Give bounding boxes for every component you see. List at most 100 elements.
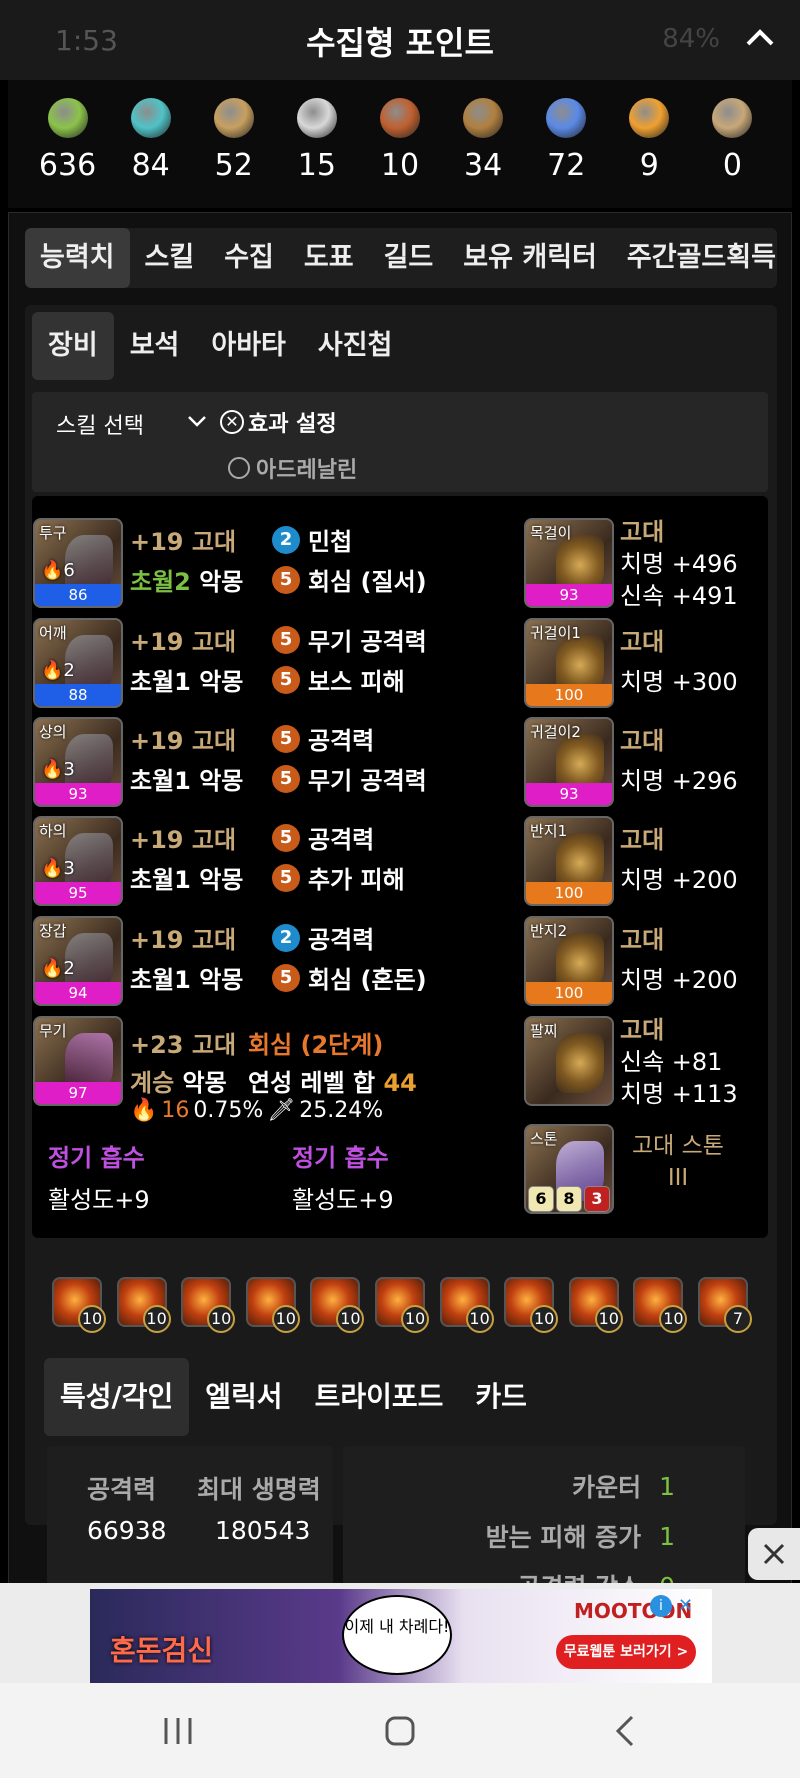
quality-bar: 86 [35, 584, 121, 606]
slot-label: 어깨 [39, 624, 67, 642]
quality-bar: 100 [526, 684, 612, 706]
equipment-effect: 5 회심 (혼돈) [272, 960, 427, 995]
effect-level-badge: 5 [272, 963, 300, 992]
equipment-icon[interactable]: 스톤 6 8 3 [524, 1124, 614, 1214]
chevron-down-icon[interactable] [186, 410, 208, 432]
equipment-name: +19 고대 [130, 727, 237, 755]
gem-level: 10 [207, 1305, 236, 1333]
level-value: 2 [63, 660, 75, 681]
tab-sub-3[interactable]: 사진첩 [302, 312, 409, 380]
equipment-icon[interactable]: 장갑 🔥2 94 [33, 916, 123, 1006]
equipment-icon[interactable]: 반지2 100 [524, 916, 614, 1006]
point-value: 15 [297, 148, 336, 183]
slot-label: 장갑 [39, 922, 67, 940]
engraving-level: 1 [659, 1471, 675, 1501]
chevron-up-icon[interactable] [742, 20, 778, 56]
attack-label: 공격력 [87, 1475, 157, 1504]
gem-level: 10 [465, 1305, 494, 1333]
hp-label: 최대 생명력 [197, 1475, 321, 1504]
equipment-icon[interactable]: 목걸이 93 [524, 518, 614, 608]
flame-icon: 🔥 [41, 858, 64, 879]
tab-sub-2[interactable]: 아바타 [195, 312, 302, 380]
stat2-value: 25.24% [299, 1098, 384, 1123]
stone-engravings: 683 [528, 1186, 610, 1212]
gem-level: 7 [724, 1305, 752, 1333]
sword-icon: 🗡 [267, 1098, 296, 1123]
skill-select[interactable]: 스킬 선택 [56, 408, 144, 440]
tab-bottom-0[interactable]: 특성/각인 [44, 1358, 190, 1436]
equipment-icon[interactable]: 무기 97 [33, 1016, 123, 1106]
seed-icon [47, 98, 88, 138]
ad-info-icon[interactable]: i [650, 1595, 672, 1617]
tab-main-1[interactable]: 스킬 [130, 228, 210, 288]
tab-sub-1[interactable]: 보석 [114, 312, 196, 380]
set-name: 악몽 [199, 966, 244, 994]
slot-label: 팔찌 [530, 1022, 558, 1040]
point-value: 0 [722, 148, 742, 183]
slot-label: 반지2 [530, 922, 568, 940]
tab-bottom-3[interactable]: 카드 [459, 1358, 543, 1436]
tab-main-0[interactable]: 능력치 [25, 228, 130, 288]
options-bar [32, 392, 768, 492]
slot-label: 귀걸이1 [530, 624, 581, 642]
tab-sub-0[interactable]: 장비 [32, 312, 114, 380]
recent-apps-icon[interactable] [160, 1713, 196, 1749]
equipment-set: 초월1 악몽 [130, 960, 243, 995]
equipment-icon[interactable]: 귀걸이1 100 [524, 618, 614, 708]
tab-bottom-1[interactable]: 엘릭서 [189, 1358, 298, 1436]
tab-main-3[interactable]: 도표 [289, 228, 369, 288]
flame-icon: 🔥 [41, 759, 64, 780]
map-scroll-icon [213, 98, 254, 138]
accessory-name: 고대 [620, 518, 665, 546]
equipment-effect: 5 공격력 [272, 820, 374, 855]
accessory-stat: 치명 +300 [620, 668, 738, 696]
equipment-effect: 2 공격력 [272, 920, 374, 955]
point-item: 636 [33, 80, 103, 208]
equipment-icon[interactable]: 투구 🔥6 86 [33, 518, 123, 608]
equipment-icon[interactable]: 어깨 🔥2 88 [33, 618, 123, 708]
tab-bottom-2[interactable]: 트라이포드 [299, 1358, 460, 1436]
equipment-icon[interactable]: 팔찌 [524, 1016, 614, 1106]
equipment-effect: 5 추가 피해 [272, 860, 405, 895]
equipment-icon[interactable]: 반지1 100 [524, 816, 614, 906]
equipment-set: 초월1 악몽 [130, 761, 243, 796]
effect-setting-toggle[interactable]: ✕ 효과 설정 [220, 406, 337, 438]
ad-banner[interactable]: 혼돈검신 이제 내 차례다! MOOTOON i ✕ 무료웹툰 보러가기 > [90, 1589, 712, 1683]
point-item: 72 [531, 80, 601, 208]
quality-bar: 95 [35, 882, 121, 904]
tab-main-6[interactable]: 주간골드획득 [612, 228, 777, 288]
equipment-icon[interactable]: 상의 🔥3 93 [33, 717, 123, 807]
equipment-icon[interactable]: 귀걸이2 93 [524, 717, 614, 807]
home-icon[interactable] [382, 1713, 418, 1749]
tab-main-2[interactable]: 수집 [209, 228, 289, 288]
slot-label: 하의 [39, 822, 67, 840]
set-tier: 초월1 [130, 767, 191, 795]
ad-x-icon[interactable]: ✕ [678, 1595, 693, 1616]
quality-bar: 97 [35, 1082, 121, 1104]
bottom-tabs: 특성/각인 엘릭서 트라이포드 카드 [44, 1358, 543, 1436]
stone-name: 고대 스톤 III [618, 1130, 738, 1194]
equipment-icon[interactable]: 하의 🔥3 95 [33, 816, 123, 906]
point-item: 15 [282, 80, 352, 208]
telescope-icon [463, 98, 504, 138]
weapon-effect: 회심 (2단계) [248, 1031, 384, 1059]
tab-main-4[interactable]: 길드 [369, 228, 449, 288]
ad-close-button[interactable] [748, 1528, 800, 1580]
level-value: 3 [63, 759, 75, 780]
set-name: 악몽 [199, 668, 244, 696]
item-art-icon [556, 1033, 604, 1093]
equipment-effect: 5 회심 (질서) [272, 562, 427, 597]
flame-icon: 🔥 [41, 660, 64, 681]
effect-level-badge: 5 [272, 625, 300, 654]
adrenaline-radio[interactable]: 아드레날린 [228, 452, 357, 484]
equipment-set: 초월1 악몽 [130, 860, 243, 895]
tab-main-5[interactable]: 보유 캐릭터 [448, 228, 612, 288]
back-icon[interactable] [608, 1713, 644, 1749]
weapon-name: +23 고대 [130, 1031, 237, 1059]
accessory-stat: 치명 +296 [620, 767, 738, 795]
set-tier: 초월2 [130, 568, 191, 596]
effect-label: 민첩 [308, 528, 353, 556]
effect-label: 공격력 [308, 926, 375, 954]
equipment-name: +19 고대 [130, 528, 237, 556]
ad-cta-button[interactable]: 무료웹툰 보러가기 > [556, 1635, 696, 1669]
